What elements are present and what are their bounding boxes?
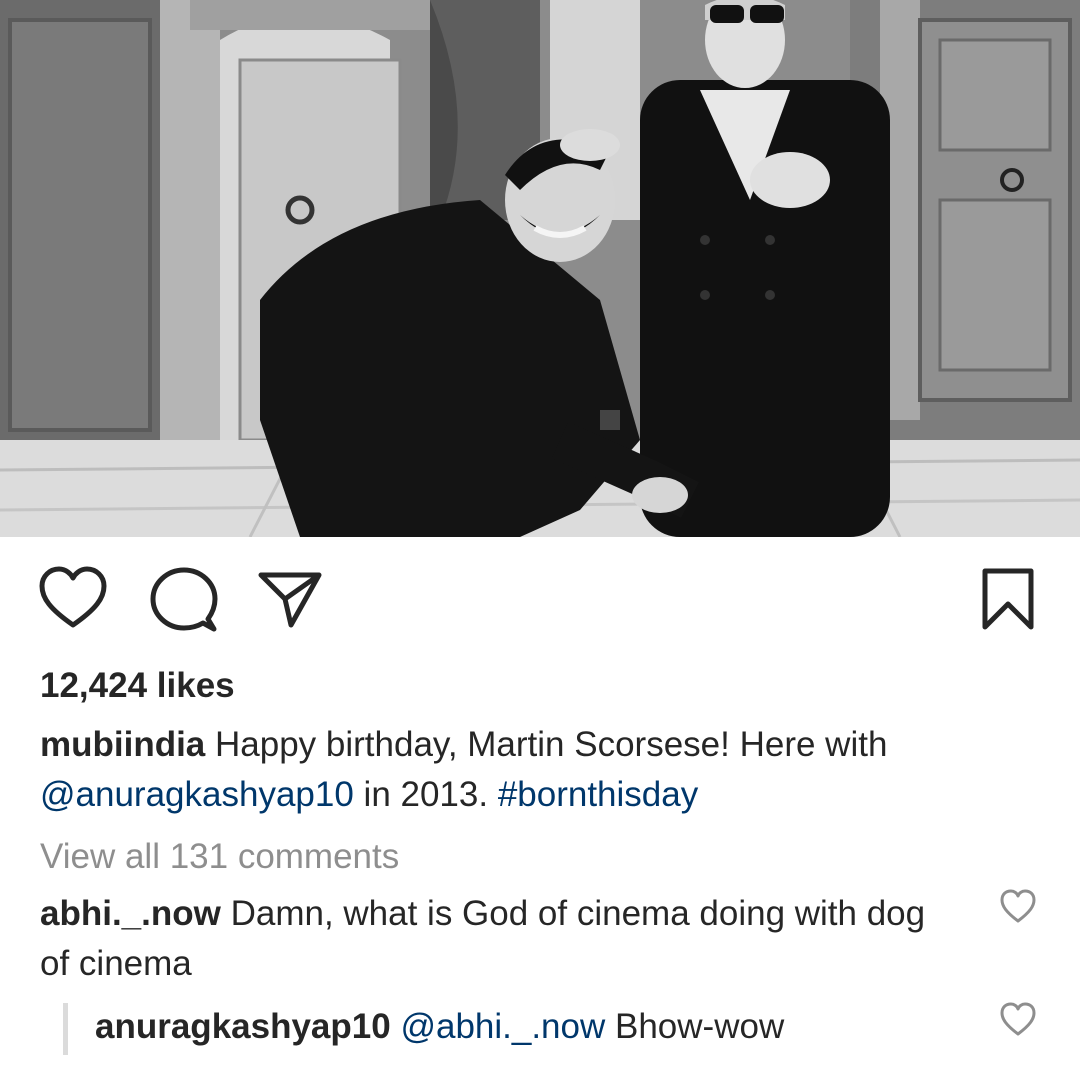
post-photo[interactable] <box>0 0 1080 537</box>
caption-username[interactable]: mubiindia <box>40 725 205 764</box>
comment-item: abhi._.now Damn, what is God of cinema d… <box>40 889 940 989</box>
caption-mention-link[interactable]: @anuragkashyap10 <box>40 775 354 814</box>
like-count[interactable]: 12,424 likes <box>40 664 235 708</box>
heart-icon <box>1000 1002 1036 1036</box>
reply-username[interactable]: anuragkashyap10 <box>95 1007 391 1046</box>
instagram-post: 12,424 likes mubiindia Happy birthday, M… <box>0 0 1080 1080</box>
save-button[interactable] <box>973 565 1043 635</box>
caption-text: Happy birthday, Martin Scorsese! Here wi… <box>205 725 888 764</box>
comment-bubble-icon <box>150 567 218 632</box>
reply-thread-line <box>63 1003 68 1055</box>
post-action-bar <box>0 565 1080 635</box>
reply-like-button[interactable] <box>998 1000 1038 1040</box>
photo-illustration <box>0 0 1080 537</box>
reply-text: Bhow-wow <box>605 1007 785 1046</box>
comment-like-button[interactable] <box>998 887 1038 927</box>
reply-item: anuragkashyap10 @abhi._.now Bhow-wow <box>95 1002 975 1052</box>
share-button[interactable] <box>255 565 325 635</box>
caption-text-2: in 2013. <box>353 775 498 814</box>
heart-icon <box>39 566 107 628</box>
reply-mention-link[interactable]: @abhi._.now <box>391 1007 605 1046</box>
paper-plane-icon <box>258 572 322 628</box>
heart-icon <box>1000 889 1036 923</box>
comment-button[interactable] <box>148 565 218 635</box>
post-caption: mubiindia Happy birthday, Martin Scorses… <box>40 720 1040 820</box>
bookmark-icon <box>982 568 1034 630</box>
view-all-comments-link[interactable]: View all 131 comments <box>40 834 399 880</box>
comment-username[interactable]: abhi._.now <box>40 894 221 933</box>
like-button[interactable] <box>38 565 108 635</box>
caption-hashtag-link[interactable]: #bornthisday <box>498 775 698 814</box>
